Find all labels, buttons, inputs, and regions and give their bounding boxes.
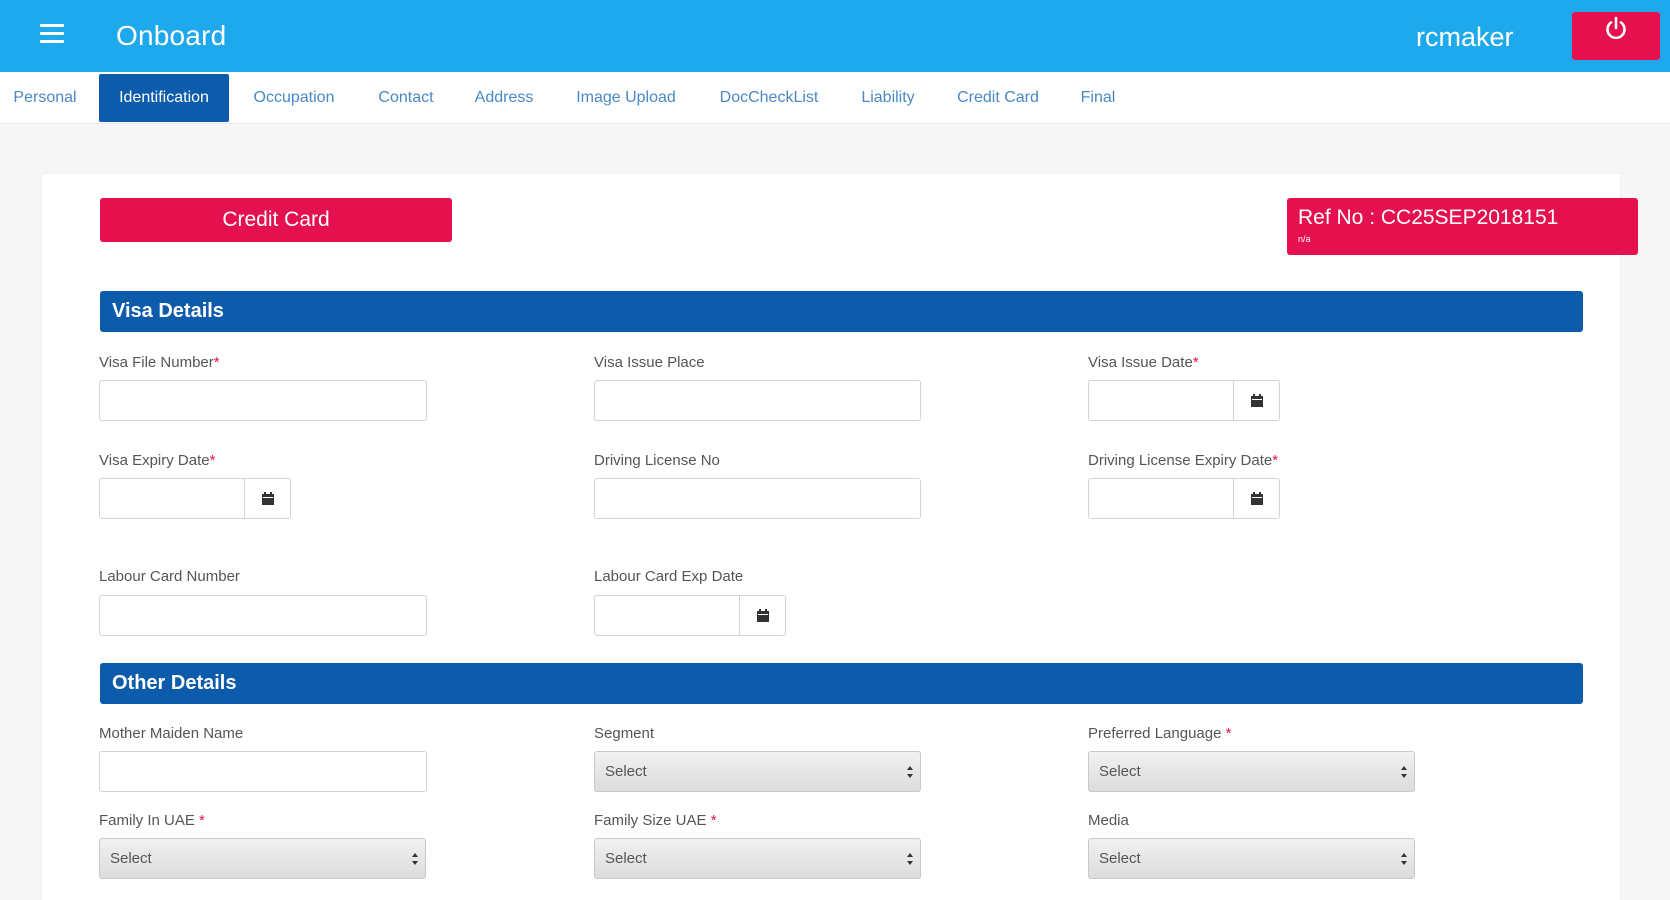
mother-maiden-name-label: Mother Maiden Name xyxy=(99,725,244,742)
select-arrows-icon xyxy=(1401,766,1407,778)
power-icon xyxy=(1606,16,1626,40)
visa-expiry-date-label: Visa Expiry Date* xyxy=(99,452,216,469)
labour-card-exp-date-group xyxy=(594,595,786,636)
visa-file-number-label: Visa File Number* xyxy=(99,354,220,371)
visa-issue-date-group xyxy=(1088,380,1280,421)
visa-expiry-date-calendar-button[interactable] xyxy=(245,478,291,519)
visa-issue-date-calendar-button[interactable] xyxy=(1234,380,1280,421)
media-label: Media xyxy=(1088,812,1129,829)
preferred-language-select[interactable]: Select xyxy=(1088,751,1415,792)
other-details-header: Other Details xyxy=(100,663,1583,704)
driving-license-no-label: Driving License No xyxy=(594,452,720,469)
reference-number-badge: Ref No : CC25SEP2018151 n/a xyxy=(1287,198,1638,255)
media-select[interactable]: Select xyxy=(1088,838,1415,879)
reference-subtext: n/a xyxy=(1298,234,1311,244)
labour-card-number-input[interactable] xyxy=(99,595,427,636)
product-credit-card-button[interactable]: Credit Card xyxy=(100,198,452,242)
segment-select-value: Select xyxy=(605,763,647,780)
family-size-uae-select[interactable]: Select xyxy=(594,838,921,879)
tab-final[interactable]: Final xyxy=(1070,74,1126,122)
calendar-icon xyxy=(1250,393,1263,407)
select-arrows-icon xyxy=(1401,853,1407,865)
driving-license-expiry-label: Driving License Expiry Date* xyxy=(1088,452,1279,469)
app-title: Onboard xyxy=(116,20,227,51)
visa-issue-date-input[interactable] xyxy=(1088,380,1234,421)
mother-maiden-name-input[interactable] xyxy=(99,751,427,792)
calendar-icon xyxy=(756,608,769,622)
username: rcmaker xyxy=(1416,22,1514,52)
visa-issue-place-label: Visa Issue Place xyxy=(594,354,705,371)
family-size-uae-select-value: Select xyxy=(605,850,647,867)
driving-license-expiry-input[interactable] xyxy=(1088,478,1234,519)
visa-expiry-date-input[interactable] xyxy=(99,478,245,519)
segment-label: Segment xyxy=(594,725,655,742)
family-in-uae-select[interactable]: Select xyxy=(99,838,426,879)
calendar-icon xyxy=(261,491,274,505)
select-arrows-icon xyxy=(907,853,913,865)
tab-contact[interactable]: Contact xyxy=(367,74,445,122)
select-arrows-icon xyxy=(412,853,418,865)
reference-number: Ref No : CC25SEP2018151 xyxy=(1298,206,1559,229)
segment-select[interactable]: Select xyxy=(594,751,921,792)
driving-license-expiry-calendar-button[interactable] xyxy=(1234,478,1280,519)
driving-license-no-input[interactable] xyxy=(594,478,921,519)
family-size-uae-label: Family Size UAE * xyxy=(594,812,717,829)
visa-details-header: Visa Details xyxy=(100,291,1583,332)
tab-credit-card[interactable]: Credit Card xyxy=(948,74,1048,122)
logout-button[interactable] xyxy=(1572,12,1660,60)
calendar-icon xyxy=(1250,491,1263,505)
tab-address[interactable]: Address xyxy=(465,74,543,122)
visa-issue-date-label: Visa Issue Date* xyxy=(1088,354,1199,371)
driving-license-expiry-group xyxy=(1088,478,1280,519)
preferred-language-label: Preferred Language * xyxy=(1088,725,1232,742)
labour-card-exp-date-calendar-button[interactable] xyxy=(740,595,786,636)
hamburger-menu-icon[interactable] xyxy=(40,18,70,48)
labour-card-exp-date-input[interactable] xyxy=(594,595,740,636)
tab-doc-checklist[interactable]: DocCheckList xyxy=(710,74,828,122)
family-in-uae-select-value: Select xyxy=(110,850,152,867)
labour-card-exp-date-label: Labour Card Exp Date xyxy=(594,568,744,585)
step-tabs: Personal Identification Occupation Conta… xyxy=(0,72,1670,124)
labour-card-number-label: Labour Card Number xyxy=(99,568,240,585)
visa-issue-place-input[interactable] xyxy=(594,380,921,421)
media-select-value: Select xyxy=(1099,850,1141,867)
tab-liability[interactable]: Liability xyxy=(852,74,924,122)
family-in-uae-label: Family In UAE * xyxy=(99,812,205,829)
preferred-language-select-value: Select xyxy=(1099,763,1141,780)
visa-expiry-date-group xyxy=(99,478,291,519)
tab-identification[interactable]: Identification xyxy=(99,74,229,122)
select-arrows-icon xyxy=(907,766,913,778)
tab-occupation[interactable]: Occupation xyxy=(245,74,343,122)
visa-file-number-input[interactable] xyxy=(99,380,427,421)
tab-image-upload[interactable]: Image Upload xyxy=(566,74,686,122)
top-bar: Onboard rcmaker xyxy=(0,0,1670,72)
tab-personal[interactable]: Personal xyxy=(6,74,84,122)
